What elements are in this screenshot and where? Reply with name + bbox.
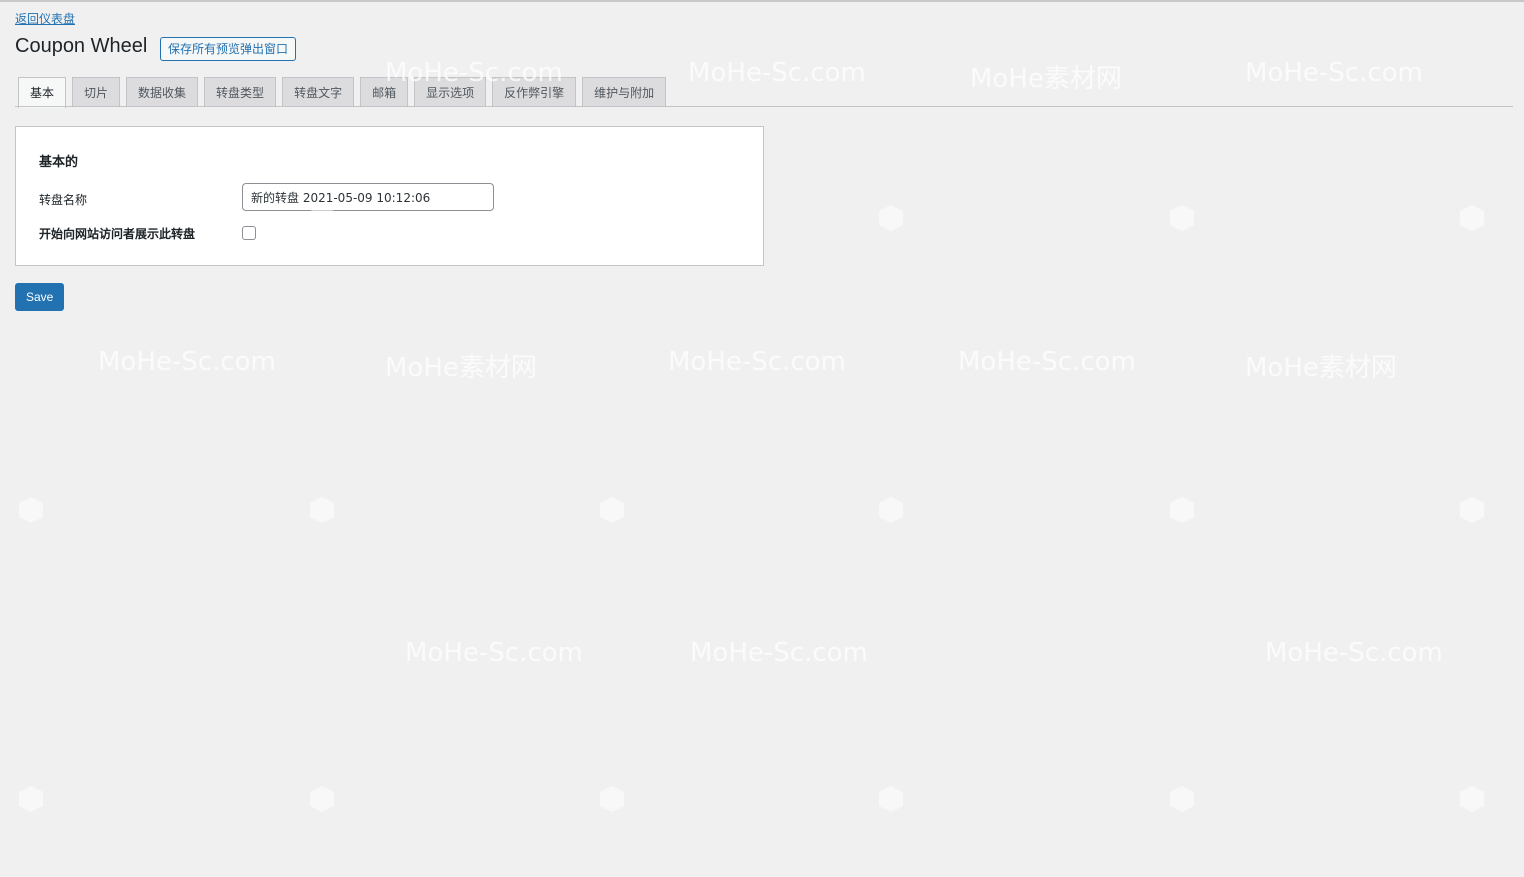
watermark-logo-icon bbox=[879, 786, 903, 812]
wheel-name-label: 转盘名称 bbox=[39, 193, 88, 207]
page-title: Coupon Wheel bbox=[15, 35, 148, 57]
panel-title: 基本的 bbox=[39, 155, 79, 170]
tab-wheel-text[interactable]: 转盘文字 bbox=[282, 77, 355, 107]
tab-bar: 基本 切片 数据收集 转盘类型 转盘文字 邮箱 显示选项 反作弊引擎 维护与附加 bbox=[18, 77, 667, 108]
tab-maintenance[interactable]: 维护与附加 bbox=[582, 77, 667, 107]
watermark-logo-icon bbox=[1460, 205, 1484, 231]
watermark-text: MoHe-Sc.com bbox=[668, 347, 846, 377]
tab-email[interactable]: 邮箱 bbox=[360, 77, 409, 107]
watermark-logo-icon bbox=[1170, 497, 1194, 523]
watermark-logo-icon bbox=[310, 497, 334, 523]
watermark-text: MoHe素材网 bbox=[1245, 353, 1397, 383]
watermark-text: MoHe-Sc.com bbox=[98, 347, 276, 377]
top-strip bbox=[0, 0, 1524, 2]
basic-settings-panel: 基本的 转盘名称 开始向网站访问者展示此转盘 bbox=[15, 126, 764, 266]
watermark-text: MoHe-Sc.com bbox=[405, 638, 583, 668]
show-wheel-label: 开始向网站访问者展示此转盘 bbox=[39, 227, 196, 241]
watermark-logo-icon bbox=[19, 786, 43, 812]
watermark-logo-icon bbox=[879, 497, 903, 523]
watermark-text: MoHe-Sc.com bbox=[1265, 638, 1443, 668]
watermark-text: MoHe素材网 bbox=[385, 353, 537, 383]
save-button[interactable]: Save bbox=[15, 283, 65, 311]
save-all-previews-button[interactable]: 保存所有预览弹出窗口 bbox=[160, 37, 297, 61]
wheel-name-input[interactable] bbox=[242, 183, 494, 211]
watermark-logo-icon bbox=[1170, 205, 1194, 231]
watermark-logo-icon bbox=[310, 786, 334, 812]
tab-data-collection[interactable]: 数据收集 bbox=[126, 77, 199, 107]
watermark-text: MoHe-Sc.com bbox=[690, 638, 868, 668]
watermark-logo-icon bbox=[600, 786, 624, 812]
watermark-text: MoHe素材网 bbox=[970, 64, 1122, 94]
back-to-dashboard-link[interactable]: 返回仪表盘 bbox=[15, 10, 75, 27]
watermark-text: MoHe-Sc.com bbox=[958, 347, 1136, 377]
watermark-logo-icon bbox=[1460, 497, 1484, 523]
show-wheel-checkbox[interactable] bbox=[242, 226, 256, 240]
watermark-logo-icon bbox=[1170, 786, 1194, 812]
tab-display-options[interactable]: 显示选项 bbox=[414, 77, 487, 107]
tab-anti-cheat[interactable]: 反作弊引擎 bbox=[492, 77, 577, 107]
watermark-logo-icon bbox=[600, 497, 624, 523]
watermark-text: MoHe-Sc.com bbox=[688, 58, 866, 88]
tab-bar-divider bbox=[15, 106, 1513, 107]
watermark-logo-icon bbox=[1460, 786, 1484, 812]
watermark-logo-icon bbox=[19, 497, 43, 523]
tab-slices[interactable]: 切片 bbox=[72, 77, 121, 107]
watermark-logo-icon bbox=[879, 205, 903, 231]
tab-wheel-type[interactable]: 转盘类型 bbox=[204, 77, 277, 107]
watermark-text: MoHe-Sc.com bbox=[1245, 58, 1423, 88]
tab-basic[interactable]: 基本 bbox=[18, 77, 67, 108]
